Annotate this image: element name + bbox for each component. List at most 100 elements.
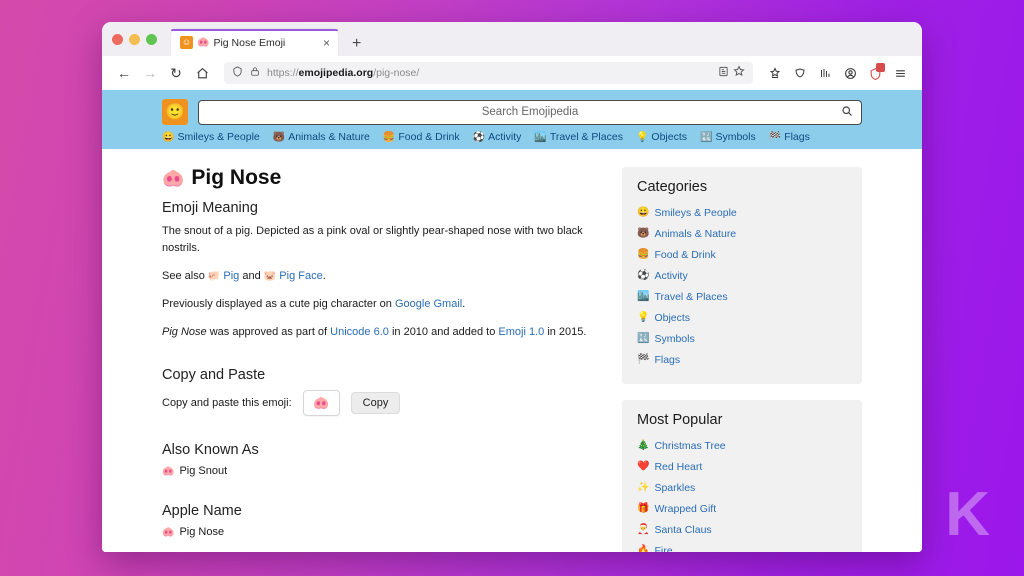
previously-displayed-text: Previously displayed as a cute pig chara… — [162, 296, 594, 313]
label: Sparkles — [654, 481, 696, 494]
emoji-icon: 🏙️ — [637, 291, 650, 302]
pig-link[interactable]: Pig — [223, 270, 239, 282]
list-item: 🔣 Symbols — [637, 328, 847, 346]
apple-name-list: 🐽 Pig Nose — [162, 526, 594, 538]
emoji-version-link[interactable]: Emoji 1.0 — [498, 326, 544, 338]
emoji-icon: 🎅 — [637, 524, 650, 535]
reload-icon[interactable]: ↻ — [164, 61, 188, 85]
forward-icon[interactable]: → — [138, 61, 162, 85]
sidebar-popular-5[interactable]: 🔥 Fire — [637, 545, 673, 553]
sidebar-category-2[interactable]: 🍔 Food & Drink — [637, 249, 716, 261]
nav-link-7[interactable]: 🏁 Flags — [769, 131, 810, 143]
pig-nose-emoji-icon: 🐽 — [197, 37, 210, 48]
sidebar-category-0[interactable]: 😀 Smileys & People — [637, 207, 737, 219]
approval-part3: in 2015. — [547, 326, 587, 339]
sidebar-category-4[interactable]: 🏙️ Travel & Places — [637, 291, 728, 303]
nav-link-5[interactable]: 💡 Objects — [636, 131, 687, 143]
sidebar-popular-0[interactable]: 🎄 Christmas Tree — [637, 440, 726, 452]
watermark: K — [945, 480, 990, 549]
extension-icon[interactable] — [863, 61, 887, 85]
emoji-icon: 🏙️ — [534, 131, 547, 143]
emoji-icon: ❤️ — [637, 461, 650, 472]
emoji-icon: ⚽ — [472, 131, 486, 143]
label: Food & Drink — [654, 248, 716, 261]
sidebar-category-6[interactable]: 🔣 Symbols — [637, 333, 695, 345]
extension-badge — [876, 63, 885, 72]
home-icon[interactable] — [190, 61, 214, 85]
address-bar[interactable]: https://emojipedia.org/pig-nose/ — [224, 62, 753, 84]
pocket-save-icon[interactable] — [763, 61, 787, 85]
emoji-icon: 🏁 — [637, 354, 650, 365]
sidebar-category-3[interactable]: ⚽ Activity — [637, 270, 688, 282]
maximize-window-button[interactable] — [146, 33, 157, 45]
copy-emoji-field[interactable]: 🐽 — [302, 390, 340, 417]
bookmark-star-icon[interactable] — [733, 64, 745, 82]
page-title-text: Pig Nose — [191, 166, 282, 189]
label: Travel & Places — [549, 131, 623, 143]
sidebar-popular-1[interactable]: ❤️ Red Heart — [637, 461, 702, 473]
list-item: ❤️ Red Heart — [637, 456, 847, 474]
emojipedia-logo-icon[interactable]: 🙂 — [162, 99, 188, 125]
new-tab-button[interactable]: + — [352, 36, 361, 52]
emoji-icon: 💡 — [635, 131, 649, 143]
list-item: 🎁 Wrapped Gift — [637, 498, 847, 516]
sidebar-popular-2[interactable]: ✨ Sparkles — [637, 482, 695, 494]
library-icon[interactable] — [813, 61, 837, 85]
emoji-icon: 🎁 — [637, 503, 650, 514]
url-path: /pig-nose/ — [373, 67, 420, 79]
url-text: https://emojipedia.org/pig-nose/ — [267, 67, 711, 79]
google-gmail-link[interactable]: Google Gmail — [395, 298, 462, 310]
label: Smileys & People — [654, 206, 737, 219]
search-row: 🙂 — [102, 99, 922, 125]
minimize-window-button[interactable] — [129, 33, 140, 45]
sidebar-category-5[interactable]: 💡 Objects — [637, 312, 690, 324]
nav-link-4[interactable]: 🏙️ Travel & Places — [534, 131, 623, 143]
emoji-icon: 🔥 — [637, 545, 650, 552]
search-box[interactable] — [198, 99, 862, 125]
search-icon[interactable] — [841, 105, 853, 120]
label: Red Heart — [654, 460, 703, 473]
list-item: 💡 Objects — [637, 307, 847, 325]
shield-protection-icon[interactable] — [788, 61, 812, 85]
close-icon[interactable]: × — [323, 37, 330, 49]
sidebar-category-1[interactable]: 🐻 Animals & Nature — [637, 228, 736, 240]
emojipedia-logo-icon: ☺ — [180, 36, 193, 49]
sidebar-popular-4[interactable]: 🎅 Santa Claus — [637, 524, 712, 536]
list-item: 🍔 Food & Drink — [637, 244, 847, 262]
reader-view-icon[interactable] — [718, 64, 729, 82]
most-popular-list: 🎄 Christmas Tree ❤️ Red Heart ✨ Sparkles 🎁 Wrap… — [637, 435, 847, 553]
label: Symbols — [654, 332, 695, 345]
pig-face-link[interactable]: Pig Face — [279, 270, 322, 282]
nav-link-3[interactable]: ⚽ Activity — [473, 131, 522, 143]
page-title: 🐽 Pig Nose — [162, 167, 594, 188]
see-also-prefix: See also — [162, 270, 205, 283]
nav-link-6[interactable]: 🔣 Symbols — [700, 131, 756, 143]
nav-link-2[interactable]: 🍔 Food & Drink — [383, 131, 460, 143]
label: Travel & Places — [654, 290, 728, 303]
unicode-version-link[interactable]: Unicode 6.0 — [330, 326, 389, 338]
main-column: 🐽 Pig Nose Emoji Meaning The snout of a … — [162, 167, 594, 552]
list-item: 😀 Smileys & People — [637, 202, 847, 220]
apple-name-item-0: 🐽 Pig Nose — [162, 526, 594, 538]
label: Activity — [488, 131, 522, 143]
copy-button[interactable]: Copy — [350, 392, 401, 415]
sidebar-category-7[interactable]: 🏁 Flags — [637, 354, 680, 366]
list-item: 🏁 Flags — [637, 349, 847, 367]
emoji-icon: 🏁 — [768, 131, 782, 143]
list-item: 🏙️ Travel & Places — [637, 286, 847, 304]
menu-icon[interactable] — [888, 61, 912, 85]
nav-link-0[interactable]: 😀 Smileys & People — [162, 131, 260, 143]
search-input[interactable] — [199, 99, 861, 125]
previously-suffix: . — [462, 298, 466, 311]
sidebar: Categories 😀 Smileys & People 🐻 Animals & N… — [622, 167, 862, 552]
label: Santa Claus — [654, 523, 712, 536]
nav-link-1[interactable]: 🐻 Animals & Nature — [273, 131, 370, 143]
shield-icon — [232, 64, 243, 82]
sidebar-popular-3[interactable]: 🎁 Wrapped Gift — [637, 503, 716, 515]
toolbar-icons — [763, 61, 912, 85]
browser-tab[interactable]: ☺ 🐽 Pig Nose Emoji × — [171, 29, 338, 56]
emoji-icon: 🔣 — [700, 131, 713, 143]
account-icon[interactable] — [838, 61, 862, 85]
back-icon[interactable]: ← — [112, 61, 136, 85]
close-window-button[interactable] — [112, 33, 123, 45]
